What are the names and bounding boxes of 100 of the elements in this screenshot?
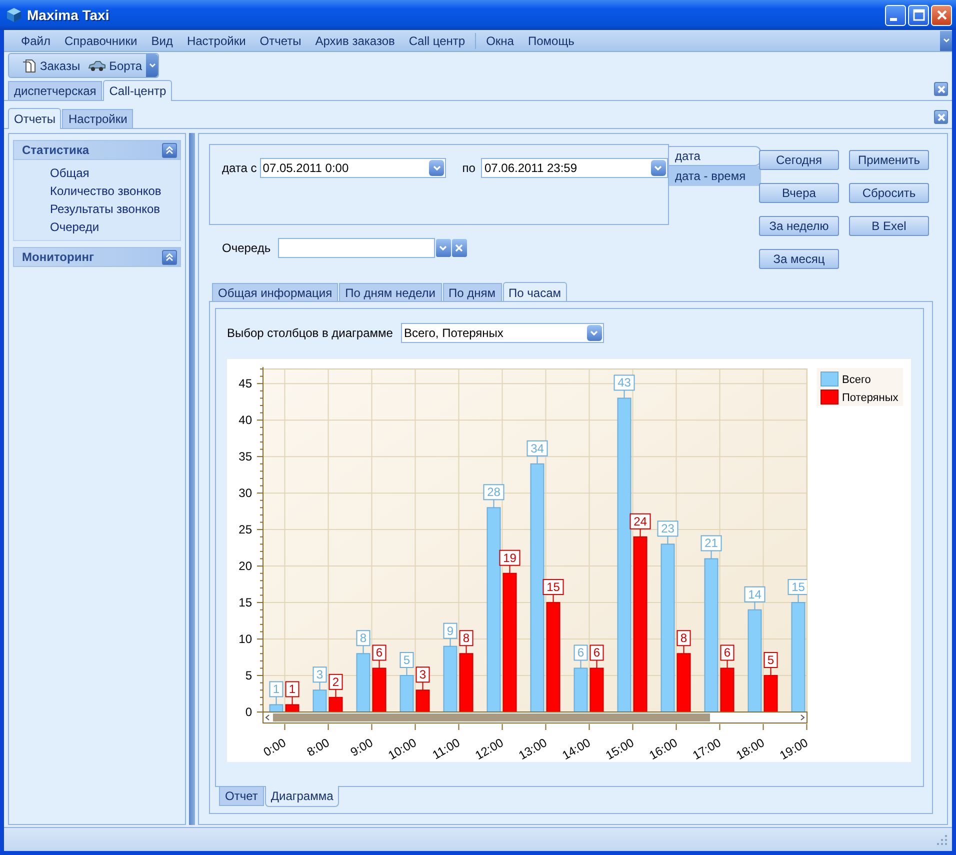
value-label: 43	[614, 374, 635, 399]
data-label: 21	[704, 536, 718, 550]
y-tick-label: 25	[238, 522, 252, 537]
date-to-field[interactable]: 07.06.2011 23:59	[481, 158, 668, 178]
menu-item[interactable]: Настройки	[180, 30, 253, 50]
value-label: 3	[312, 666, 327, 691]
y-tick-label: 40	[238, 413, 252, 428]
chevron-down-icon[interactable]	[940, 30, 952, 50]
tab[interactable]: Настройки	[62, 109, 134, 128]
minimize-button[interactable]	[885, 4, 906, 26]
menu-item[interactable]: Call центр	[402, 30, 472, 50]
close-icon	[936, 9, 948, 21]
bar	[372, 668, 386, 712]
field-label: Выбор столбцов в диаграмме	[227, 325, 393, 342]
bar	[443, 646, 458, 712]
dropdown-icon[interactable]	[436, 239, 451, 257]
legend-label: Всего	[842, 374, 871, 386]
close-button[interactable]	[931, 4, 952, 26]
tab[interactable]: По дням недели	[339, 283, 442, 301]
action-button[interactable]: Сегодня	[759, 150, 839, 170]
date-from-field[interactable]: 07.05.2011 0:00	[260, 158, 446, 178]
menu-item[interactable]: Файл	[14, 30, 58, 50]
data-label: 5	[403, 653, 410, 668]
toolbar-button[interactable]: Заказы	[17, 54, 84, 76]
action-button[interactable]: За месяц	[759, 249, 839, 269]
maximize-icon	[912, 9, 924, 21]
data-label: 3	[316, 668, 324, 682]
group-title[interactable]: Статистика	[22, 143, 90, 157]
dropdown-icon[interactable]	[650, 160, 666, 176]
data-label: 28	[487, 485, 501, 500]
value-label: 6	[720, 644, 734, 669]
close-icon[interactable]	[934, 82, 948, 96]
clear-icon[interactable]	[452, 239, 467, 257]
tab[interactable]: диспетчерская	[8, 81, 102, 100]
chevron-down-icon[interactable]	[146, 54, 158, 77]
action-button[interactable]: За неделю	[759, 216, 839, 236]
menu-item[interactable]: Справочники	[58, 30, 144, 50]
tab[interactable]: дата	[669, 146, 761, 166]
collapse-icon[interactable]	[162, 250, 177, 264]
tab[interactable]: Диаграмма	[264, 786, 340, 807]
column-select-field[interactable]: Всего, Потеряных	[400, 323, 604, 343]
dropdown-icon[interactable]	[429, 160, 444, 176]
x-tick-label: 0:00	[261, 735, 288, 760]
value-label: 6	[590, 644, 604, 669]
value-label: 3	[416, 666, 430, 691]
field-label: Очередь	[222, 240, 271, 257]
data-label: 23	[661, 522, 675, 536]
data-label: 6	[577, 646, 584, 660]
window-title: Maxima Taxi	[27, 7, 110, 23]
data-label: 9	[446, 624, 454, 638]
tab[interactable]: Отчеты	[8, 108, 62, 129]
tab[interactable]: Общая информация	[212, 283, 338, 301]
scrollbar[interactable]	[262, 712, 808, 724]
tab[interactable]: дата - время	[669, 166, 761, 186]
bar	[400, 675, 414, 712]
legend-label: Потеряных	[842, 392, 898, 404]
bar	[416, 690, 430, 712]
data-label: 5	[767, 653, 774, 668]
close-icon[interactable]	[934, 110, 948, 124]
data-label: 8	[360, 631, 367, 646]
data-label: 14	[748, 587, 762, 602]
sidebar-item[interactable]: Очереди	[50, 218, 180, 236]
tab[interactable]: По часам	[502, 282, 568, 302]
collapse-icon[interactable]	[162, 142, 177, 158]
value-label: 28	[483, 484, 504, 508]
data-label: 15	[546, 580, 560, 594]
data-label: 2	[332, 674, 340, 689]
tab[interactable]: Call-центр	[103, 80, 172, 101]
group-title[interactable]: Мониторинг	[22, 250, 94, 264]
value-label: 1	[285, 681, 300, 706]
action-button[interactable]: Применить	[849, 150, 929, 170]
dropdown-icon[interactable]	[586, 325, 602, 341]
resize-grip-icon[interactable]	[936, 834, 948, 846]
tab[interactable]: По дням	[442, 283, 502, 301]
toolbar-button[interactable]: Борта	[84, 54, 146, 76]
tab[interactable]: Отчет	[219, 787, 264, 806]
action-button[interactable]: Вчера	[759, 183, 839, 203]
x-tick-label: 8:00	[304, 735, 332, 760]
bar	[328, 696, 343, 712]
maximize-button[interactable]	[908, 4, 929, 26]
menu-item[interactable]: Окна	[479, 30, 521, 50]
y-tick-label: 35	[238, 450, 252, 464]
menu-item[interactable]: Помощь	[520, 30, 582, 50]
menu-item[interactable]: Отчеты	[252, 30, 308, 50]
menu-item[interactable]: Вид	[144, 30, 180, 50]
bar	[590, 668, 604, 712]
sidebar-item[interactable]: Общая	[50, 164, 180, 182]
y-tick-label: 30	[238, 486, 252, 500]
data-label: 8	[462, 631, 470, 646]
value-label: 6	[574, 644, 588, 669]
action-button[interactable]: Сбросить	[849, 183, 929, 203]
sidebar-item[interactable]: Результаты звонков	[50, 200, 180, 218]
data-label: 8	[680, 631, 688, 646]
sidebar-item[interactable]: Количество звонков	[50, 182, 180, 200]
value-label: 15	[788, 579, 807, 604]
value-label: 24	[630, 513, 651, 538]
menu-item[interactable]: Архив заказов	[308, 30, 402, 50]
queue-field[interactable]	[278, 238, 435, 258]
value-label: 5	[400, 652, 414, 676]
action-button[interactable]: В Exel	[849, 216, 929, 236]
